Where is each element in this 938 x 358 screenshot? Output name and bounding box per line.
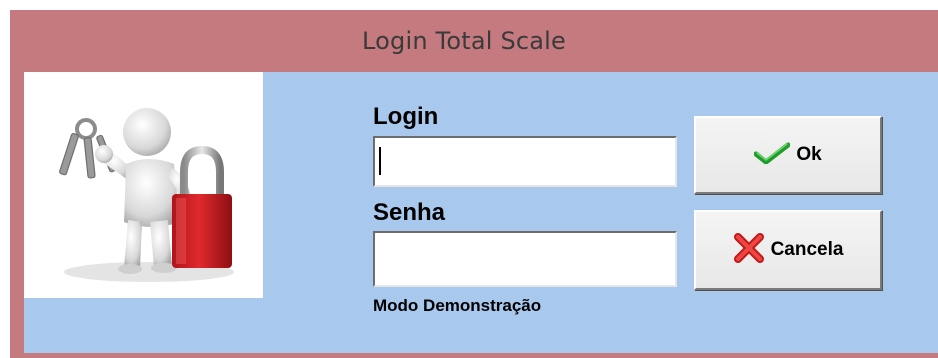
login-input[interactable]: [373, 136, 677, 187]
ok-button[interactable]: Ok: [694, 116, 882, 194]
login-form-panel: Login Senha Modo Demonstração Ok Cancela: [24, 72, 938, 353]
illustration-panel: [24, 72, 263, 298]
mode-label: Modo Demonstração: [373, 296, 542, 315]
checkmark-icon: [753, 142, 791, 169]
password-input[interactable]: [373, 231, 677, 287]
login-label: Login: [373, 103, 439, 130]
cancel-button[interactable]: Cancela: [694, 210, 882, 290]
cancel-button-label: Cancela: [770, 239, 844, 260]
window-title: Login Total Scale: [361, 27, 567, 55]
padlock-icon: [172, 194, 232, 268]
password-label: Senha: [373, 199, 446, 226]
person-with-keys-and-padlock-icon: [59, 108, 234, 282]
login-window: Login Total Scale Login Senha Modo Demon…: [10, 10, 938, 358]
title-bar[interactable]: Login Total Scale: [10, 10, 938, 72]
ok-button-label: Ok: [796, 144, 822, 165]
text-cursor: [379, 147, 381, 175]
red-x-icon: [733, 232, 765, 269]
